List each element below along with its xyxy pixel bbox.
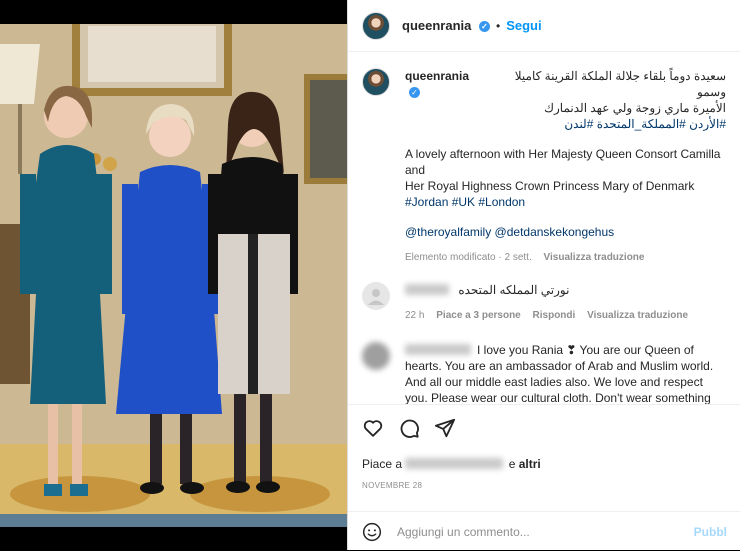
comment-meta: 22 h Piace a 3 persone Rispondi Visualiz… — [405, 308, 726, 324]
post-photo-illustration — [0, 24, 347, 527]
avatar-blurred[interactable] — [362, 342, 390, 370]
caption-meta: Elemento modificato · 2 sett. Visualizza… — [405, 250, 726, 266]
reply-button[interactable]: Rispondi — [533, 310, 576, 321]
separator-dot: • — [495, 18, 501, 33]
likes-prefix: Piace a — [362, 457, 403, 471]
instagram-post-modal: queenrania ✓ • Segui queenrania ✓ سعيدة … — [0, 0, 740, 550]
comment-input[interactable] — [395, 523, 689, 540]
heart-icon[interactable] — [362, 417, 384, 439]
caption-english-line2: Her Royal Highness Crown Princess Mary o… — [405, 179, 695, 193]
comment-body: نورتي المملكه المتحده 22 h Piace a 3 per… — [405, 282, 726, 324]
post-actions: Piace a e altri NOVEMBRE 28 Pubbl — [348, 404, 740, 551]
comment-item: نورتي المملكه المتحده 22 h Piace a 3 per… — [362, 282, 727, 324]
comment-time: 22 h — [405, 310, 425, 321]
caption-arabic-line1: سعيدة دوماً بلقاء جلالة الملكة القرينة ك… — [514, 69, 726, 99]
share-icon[interactable] — [434, 417, 456, 439]
likes-others-link[interactable]: altri — [519, 457, 541, 471]
header-username[interactable]: queenrania ✓ — [402, 18, 490, 33]
caption-body: queenrania ✓ سعيدة دوماً بلقاء جلالة الم… — [405, 68, 726, 266]
avatar[interactable] — [362, 11, 390, 40]
liker-username-blurred[interactable] — [405, 458, 504, 469]
avatar[interactable] — [362, 68, 390, 96]
post-date: NOVEMBRE 28 — [362, 481, 423, 490]
post-photo — [0, 24, 347, 527]
add-comment-bar: Pubbl — [348, 511, 740, 551]
publish-button[interactable]: Pubbl — [694, 525, 727, 539]
caption-arabic-hashtags[interactable]: #الأردن #المملكة_المتحدة #لندن — [405, 116, 726, 132]
follow-button[interactable]: Segui — [506, 18, 541, 33]
comment-translate-link[interactable]: Visualizza traduzione — [587, 310, 688, 321]
post-side-panel: queenrania ✓ • Segui queenrania ✓ سعيدة … — [347, 0, 740, 550]
comment-item: I love you Rania ❣ You are our Queen of … — [362, 342, 727, 404]
comment-username-blurred[interactable] — [405, 284, 449, 295]
likes-suffix: e — [508, 457, 516, 471]
header-username-text[interactable]: queenrania — [402, 18, 471, 33]
comment-username-blurred[interactable] — [405, 344, 471, 355]
verified-icon: ✓ — [409, 87, 420, 98]
post-header: queenrania ✓ • Segui — [348, 0, 740, 52]
caption-first-line: queenrania ✓ سعيدة دوماً بلقاء جلالة الم… — [405, 68, 726, 100]
likes-line: Piace a e altri — [362, 457, 541, 471]
comment-text: نورتي المملكه المتحده — [458, 283, 570, 297]
action-icons — [362, 417, 456, 439]
comment-line: نورتي المملكه المتحده — [405, 282, 726, 298]
caption-english-hashtags[interactable]: #Jordan #UK #London — [405, 194, 726, 210]
caption-translate-link[interactable]: Visualizza traduzione — [544, 252, 645, 263]
caption-arabic-line2: الأميرة ماري زوجة ولي عهد الدنمارك — [544, 101, 726, 115]
caption: queenrania ✓ سعيدة دوماً بلقاء جلالة الم… — [362, 68, 727, 266]
verified-icon: ✓ — [478, 21, 490, 32]
caption-english-line1: A lovely afternoon with Her Majesty Quee… — [405, 147, 721, 177]
comment-icon[interactable] — [398, 417, 420, 439]
caption-mentions[interactable]: @theroyalfamily @detdanskekongehus — [405, 224, 726, 240]
comment-likes-count[interactable]: Piace a 3 persone — [436, 310, 521, 321]
caption-username[interactable]: queenrania — [405, 69, 469, 83]
photo-pane — [0, 0, 347, 550]
caption-edited-time: Elemento modificato · 2 sett. — [405, 252, 532, 263]
comments-section[interactable]: queenrania ✓ سعيدة دوماً بلقاء جلالة الم… — [348, 52, 740, 404]
emoji-icon[interactable] — [362, 522, 382, 542]
comment-body: I love you Rania ❣ You are our Queen of … — [405, 342, 726, 404]
user-icon[interactable] — [362, 282, 390, 310]
